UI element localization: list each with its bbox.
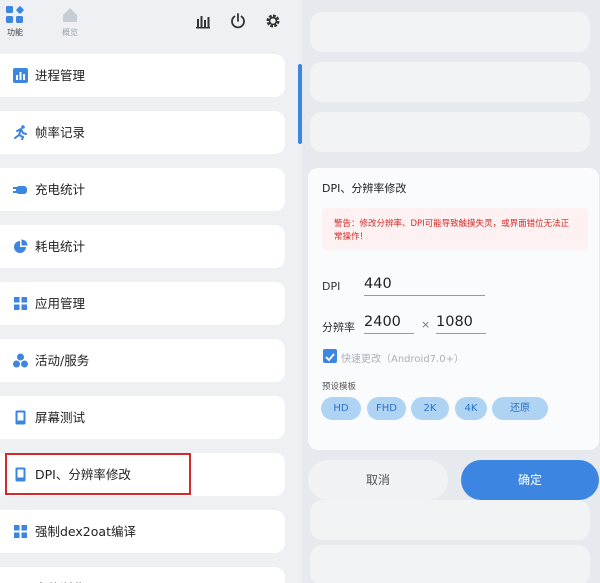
confirm-button[interactable]: 确定 [461, 460, 599, 500]
menu-item-label: 活动/服务 [35, 353, 90, 368]
home-icon [61, 6, 79, 24]
menu-item-file-browser[interactable]: 文件浏览 [0, 567, 285, 583]
power-icon[interactable] [229, 12, 247, 30]
height-input[interactable]: 1080 [436, 314, 486, 334]
tab-functions[interactable]: 功能 [0, 5, 30, 38]
top-bar: 功能 概览 [0, 0, 298, 46]
pie-chart-icon [13, 239, 28, 254]
menu-item-label: 进程管理 [35, 68, 86, 83]
running-man-icon [13, 125, 28, 141]
tab-functions-label: 功能 [7, 28, 23, 37]
menu-item-label: 帧率记录 [35, 125, 86, 140]
warning-message: 警告：修改分辨率、DPI可能导致触摸失灵，或界面错位无法正常操作！ [322, 208, 588, 250]
menu-item-screen-test[interactable]: 屏幕测试 [0, 396, 285, 439]
width-input[interactable]: 2400 [364, 314, 414, 334]
preset-restore-button[interactable]: 还原 [492, 397, 548, 420]
menu-item-label: 屏幕测试 [35, 410, 86, 425]
menu-item-app-manager[interactable]: 应用管理 [0, 282, 285, 325]
plug-icon [13, 182, 28, 197]
menu-item-label: 文件浏览 [35, 567, 85, 583]
menu-item-label: 耗电统计 [35, 239, 86, 254]
dialog-title: DPI、分辨率修改 [322, 182, 407, 195]
preset-4k-button[interactable]: 4K [455, 397, 487, 420]
menu-item-process-manager[interactable]: 进程管理 [0, 54, 285, 97]
menu-item-frame-rate[interactable]: 帧率记录 [0, 111, 285, 154]
dpi-input[interactable]: 440 [364, 276, 485, 296]
bar-chart-icon[interactable] [194, 12, 212, 30]
menu-item-label: 应用管理 [35, 296, 86, 311]
resolution-label: 分辨率 [322, 321, 355, 334]
presets-label: 预设模板 [322, 382, 357, 392]
preset-2k-button[interactable]: 2K [411, 397, 449, 420]
bar-chart-icon [13, 68, 28, 83]
preset-fhd-button[interactable]: FHD [367, 397, 406, 420]
selection-highlight [5, 453, 191, 495]
quick-change-label: 快速更改（Android7.0+） [341, 354, 464, 365]
menu-item-power-stats[interactable]: 耗电统计 [0, 225, 285, 268]
grid-icon [13, 524, 28, 539]
menu-item-label: 充电统计 [35, 182, 86, 197]
grid-icon [13, 296, 28, 311]
dpi-resolution-dialog: DPI、分辨率修改 警告：修改分辨率、DPI可能导致触摸失灵，或界面错位无法正常… [308, 168, 599, 450]
tab-overview[interactable]: 概览 [55, 6, 85, 38]
menu-item-activity-service[interactable]: 活动/服务 [0, 339, 285, 382]
gear-icon[interactable] [264, 12, 282, 30]
cluster-icon [13, 353, 28, 368]
phone-icon [13, 410, 28, 425]
menu-item-dex2oat[interactable]: 强制dex2oat编译 [0, 510, 285, 553]
cancel-button[interactable]: 取消 [308, 460, 448, 500]
menu-item-label: 强制dex2oat编译 [35, 524, 136, 539]
preset-hd-button[interactable]: HD [321, 397, 361, 420]
quick-change-checkbox[interactable] [323, 349, 337, 363]
grid-apps-icon [6, 5, 25, 24]
times-sign: × [421, 318, 431, 331]
dpi-label: DPI [322, 280, 341, 293]
function-panel: 功能 概览 进程管理 帧率记录 充电统计 耗电统计 应用管理 活动/服务 屏幕测… [0, 0, 298, 583]
check-icon [325, 353, 335, 362]
menu-item-charge-stats[interactable]: 充电统计 [0, 168, 285, 211]
tab-overview-label: 概览 [62, 28, 78, 37]
